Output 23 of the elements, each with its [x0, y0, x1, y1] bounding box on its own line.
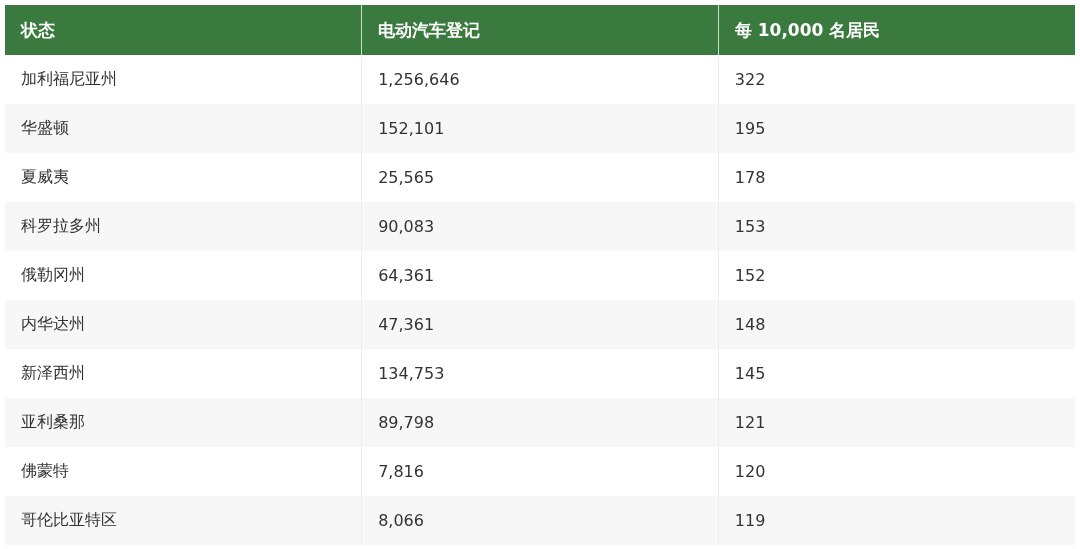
table-cell: 内华达州 [5, 300, 362, 349]
table-cell: 152 [718, 251, 1075, 300]
table-cell: 科罗拉多州 [5, 202, 362, 251]
table-cell: 哥伦比亚特区 [5, 496, 362, 545]
column-header: 每 10,000 名居民 [718, 5, 1075, 55]
table-cell: 178 [718, 153, 1075, 202]
table-cell: 90,083 [361, 202, 719, 251]
table-cell: 152,101 [361, 104, 719, 153]
table-cell: 89,798 [361, 398, 719, 447]
table-cell: 322 [718, 55, 1075, 104]
table-cell: 华盛顿 [5, 104, 362, 153]
table-cell: 亚利桑那 [5, 398, 362, 447]
table-cell: 148 [718, 300, 1075, 349]
table-cell: 119 [718, 496, 1075, 545]
table-cell: 47,361 [361, 300, 719, 349]
column-header: 状态 [5, 5, 362, 55]
table-cell: 153 [718, 202, 1075, 251]
table-cell: 8,066 [361, 496, 719, 545]
column-header: 电动汽车登记 [361, 5, 719, 55]
table-cell: 120 [718, 447, 1075, 496]
table-cell: 145 [718, 349, 1075, 398]
table-cell: 195 [718, 104, 1075, 153]
table-cell: 121 [718, 398, 1075, 447]
